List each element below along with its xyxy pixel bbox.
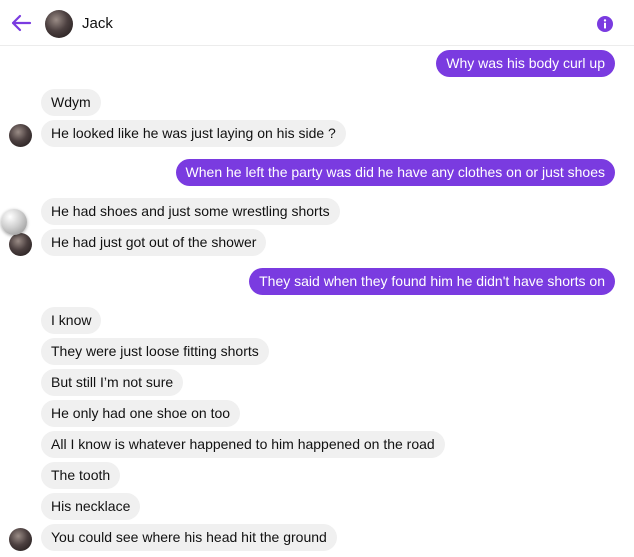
message-bubble-outgoing[interactable]: When he left the party was did he have a… (175, 159, 615, 186)
sender-avatar (9, 528, 32, 551)
message-bubble-incoming[interactable]: The tooth (41, 462, 121, 489)
message-bubble-incoming[interactable]: He looked like he was just laying on his… (41, 120, 346, 147)
message-bubble-incoming[interactable]: Wdym (41, 89, 101, 116)
message-bubble-outgoing[interactable]: Why was his body curl up (436, 50, 615, 77)
message-bubble-incoming[interactable]: He had just got out of the shower (41, 229, 267, 256)
arrow-left-icon[interactable] (10, 13, 32, 33)
message-bubble-incoming[interactable]: All I know is whatever happened to him h… (41, 431, 445, 458)
sender-avatar (9, 124, 32, 147)
sender-avatar (9, 233, 32, 256)
contact-name[interactable]: Jack (82, 15, 113, 32)
info-icon[interactable] (597, 16, 613, 32)
message-bubble-incoming[interactable]: His necklace (41, 493, 141, 520)
message-bubble-incoming[interactable]: They were just loose fitting shorts (41, 338, 269, 365)
chat-header: Jack (0, 0, 634, 46)
message-list[interactable]: Why was his body curl up Wdym He looked … (0, 46, 634, 557)
message-bubble-incoming[interactable]: You could see where his head hit the gro… (41, 524, 337, 551)
chat-head-bubble[interactable] (1, 209, 27, 235)
message-bubble-incoming[interactable]: But still I’m not sure (41, 369, 184, 396)
message-bubble-incoming[interactable]: I know (41, 307, 102, 334)
message-bubble-incoming[interactable]: He had shoes and just some wrestling sho… (41, 198, 340, 225)
contact-avatar[interactable] (45, 10, 73, 38)
message-bubble-outgoing[interactable]: They said when they found him he didn't … (249, 268, 615, 295)
message-bubble-incoming[interactable]: He only had one shoe on too (41, 400, 241, 427)
